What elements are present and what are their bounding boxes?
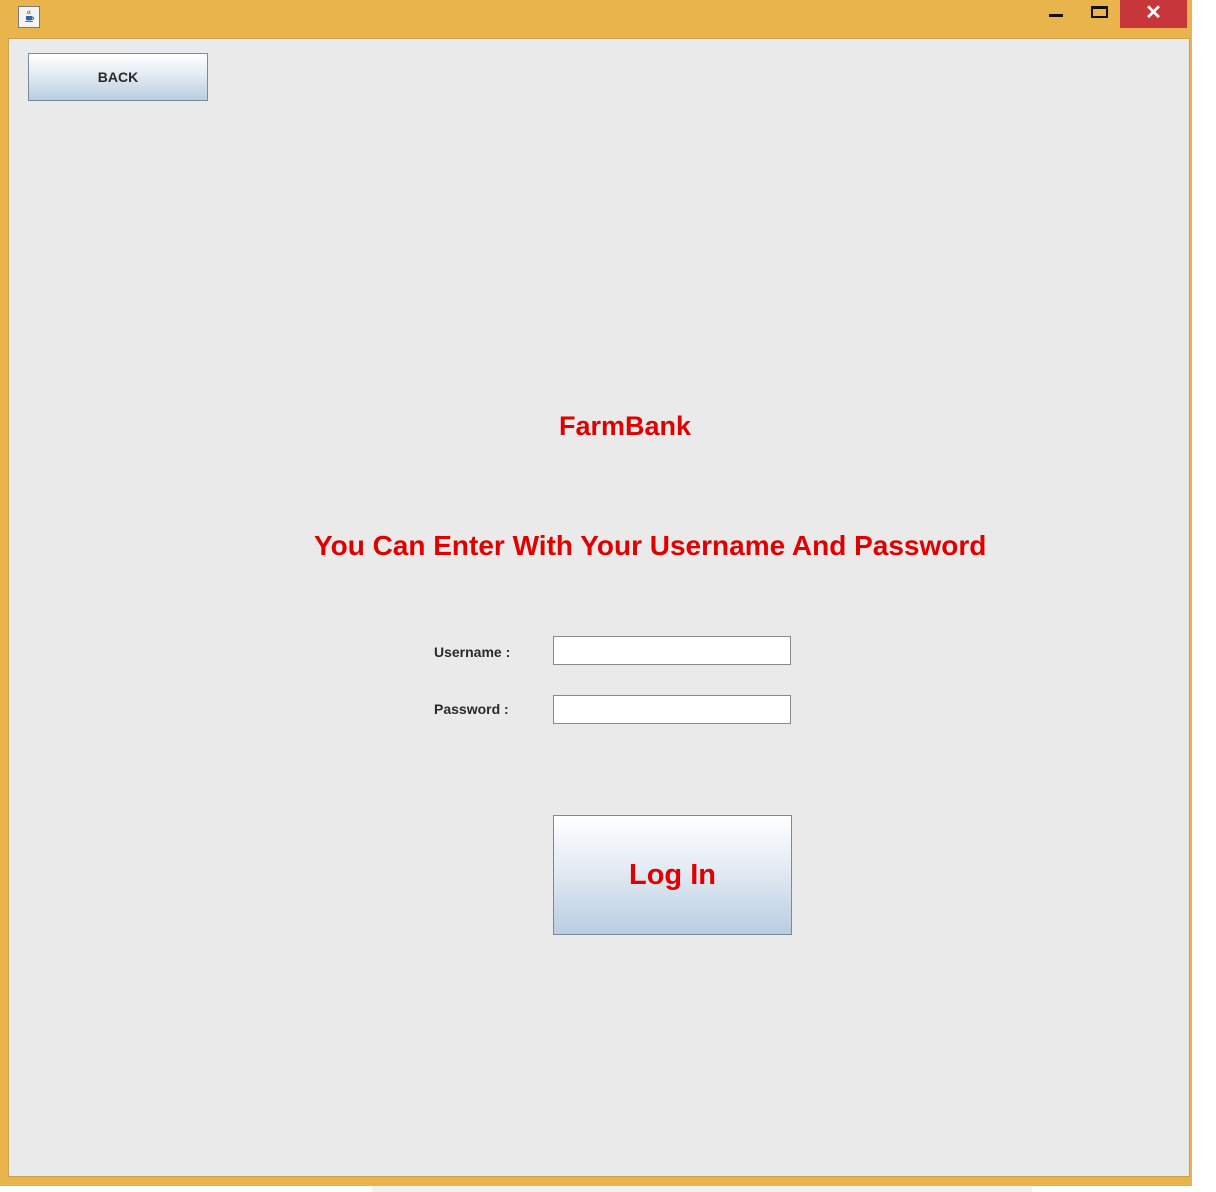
maximize-icon[interactable] (1082, 0, 1118, 28)
password-label: Password : (434, 701, 509, 717)
java-coffee-cup-icon[interactable] (18, 6, 40, 28)
close-button[interactable]: ✕ (1120, 0, 1187, 28)
username-field[interactable] (553, 636, 791, 665)
brand-title-text: FarmBank (558, 411, 692, 441)
title-bar[interactable]: ✕ (0, 0, 1192, 38)
username-label: Username : (434, 644, 511, 660)
close-icon: ✕ (1145, 2, 1162, 24)
minimize-icon[interactable] (1040, 0, 1080, 28)
app-window: ✕ BACK FarmBank You Can Enter With Your … (0, 0, 1192, 1186)
login-heading: You Can Enter With Your Username And Pas… (314, 530, 987, 561)
desktop-strip (372, 1186, 1032, 1192)
brand-title: FarmBank (9, 411, 1216, 442)
password-field[interactable] (553, 695, 791, 724)
back-button[interactable]: BACK (28, 53, 208, 101)
login-button[interactable]: Log In (553, 815, 792, 935)
login-panel: BACK FarmBank You Can Enter With Your Us… (8, 38, 1190, 1177)
